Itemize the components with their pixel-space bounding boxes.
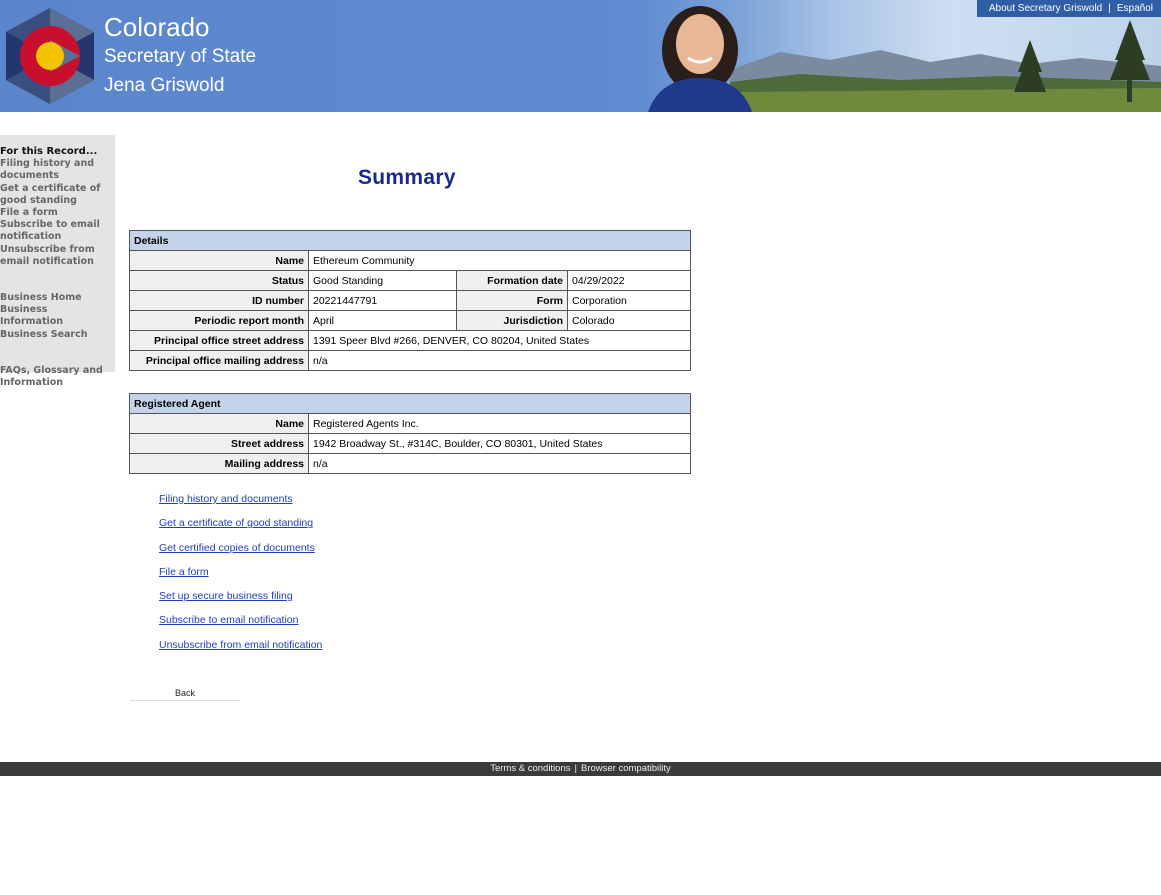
- sidebar-item-faqs[interactable]: FAQs, Glossary and Information: [0, 365, 112, 389]
- page-title: Summary: [358, 166, 456, 189]
- table-row: Street address 1942 Broadway St., #314C,…: [129, 433, 692, 454]
- browser-compatibility-link[interactable]: Browser compatibility: [581, 763, 671, 774]
- sidebar-item-business-search[interactable]: Business Search: [0, 329, 112, 341]
- back-button[interactable]: Back: [130, 686, 240, 701]
- mailing-address-value: n/a: [308, 350, 691, 371]
- agent-street-value: 1942 Broadway St., #314C, Boulder, CO 80…: [307, 433, 692, 454]
- brand-subtitle: Secretary of State: [104, 46, 257, 67]
- table-row: Name Ethereum Community: [129, 250, 691, 271]
- agent-name-label: Name: [129, 413, 309, 434]
- table-row: Mailing address n/a: [129, 453, 692, 474]
- agent-header-row: Registered Agent: [128, 393, 692, 414]
- brand-official: Jena Griswold: [104, 75, 225, 96]
- table-row: Name Registered Agents Inc.: [129, 413, 692, 434]
- sidebar-item-file-form[interactable]: File a form: [0, 207, 112, 219]
- colorado-logo-icon: [6, 8, 94, 104]
- formation-date-value: 04/29/2022: [567, 270, 691, 291]
- secure-filing-link[interactable]: Set up secure business filing: [159, 589, 322, 613]
- brand-block: Colorado Secretary of State Jena Griswol…: [104, 12, 256, 100]
- registered-agent-table: Registered Agent Name Registered Agents …: [128, 393, 692, 474]
- jurisdiction-value: Colorado: [567, 310, 691, 331]
- sidebar-item-subscribe[interactable]: Subscribe to email notification: [0, 219, 112, 243]
- periodic-report-value: April: [308, 310, 457, 331]
- subscribe-link[interactable]: Subscribe to email notification: [159, 613, 322, 637]
- table-row: Periodic report month April Jurisdiction…: [129, 310, 691, 331]
- agent-section-label: Registered Agent: [128, 393, 692, 414]
- details-table: Details Name Ethereum Community Status G…: [129, 230, 691, 371]
- record-actions-list: Filing history and documents Get a certi…: [159, 492, 322, 662]
- street-address-value: 1391 Speer Blvd #266, DENVER, CO 80204, …: [308, 330, 691, 351]
- sidebar: For this Record... Filing history and do…: [0, 146, 112, 389]
- details-section-label: Details: [129, 230, 691, 251]
- form-label: Form: [456, 290, 568, 311]
- status-value: Good Standing: [308, 270, 457, 291]
- periodic-report-label: Periodic report month: [129, 310, 309, 331]
- details-header-row: Details: [129, 230, 691, 251]
- entity-name-value: Ethereum Community: [308, 250, 691, 271]
- table-row: Status Good Standing Formation date 04/2…: [129, 270, 691, 291]
- sidebar-item-business-information[interactable]: Business Information: [0, 304, 112, 328]
- certificate-link[interactable]: Get a certificate of good standing: [159, 516, 322, 540]
- about-secretary-link[interactable]: About Secretary Griswold: [989, 3, 1102, 14]
- id-number-value: 20221447791: [308, 290, 457, 311]
- sidebar-item-business-home[interactable]: Business Home: [0, 292, 112, 304]
- file-form-link[interactable]: File a form: [159, 565, 322, 589]
- filing-history-link[interactable]: Filing history and documents: [159, 492, 322, 516]
- sidebar-item-certificate[interactable]: Get a certificate of good standing: [0, 183, 112, 207]
- terms-link[interactable]: Terms & conditions: [490, 763, 570, 774]
- formation-date-label: Formation date: [456, 270, 568, 291]
- table-row: Principal office street address 1391 Spe…: [129, 330, 691, 351]
- agent-mailing-label: Mailing address: [129, 453, 309, 474]
- name-label: Name: [129, 250, 309, 271]
- table-row: Principal office mailing address n/a: [129, 350, 691, 371]
- agent-street-label: Street address: [129, 433, 309, 454]
- espanol-link[interactable]: Español: [1117, 3, 1153, 14]
- status-label: Status: [129, 270, 309, 291]
- sidebar-item-unsubscribe[interactable]: Unsubscribe from email notification: [0, 244, 112, 268]
- top-link-separator: |: [1108, 3, 1111, 14]
- mailing-address-label: Principal office mailing address: [129, 350, 309, 371]
- certified-copies-link[interactable]: Get certified copies of documents: [159, 541, 322, 565]
- footer-bar: Terms & conditions | Browser compatibility: [0, 762, 1161, 776]
- agent-name-value: Registered Agents Inc.: [307, 413, 692, 434]
- id-number-label: ID number: [129, 290, 309, 311]
- form-value: Corporation: [567, 290, 691, 311]
- street-address-label: Principal office street address: [129, 330, 309, 351]
- footer-separator: |: [574, 763, 577, 774]
- site-header: Colorado Secretary of State Jena Griswol…: [0, 0, 1161, 112]
- unsubscribe-link[interactable]: Unsubscribe from email notification: [159, 638, 322, 662]
- agent-mailing-value: n/a: [307, 453, 692, 474]
- jurisdiction-label: Jurisdiction: [456, 310, 568, 331]
- brand-title: Colorado: [104, 12, 210, 42]
- top-links-bar: About Secretary Griswold | Español: [976, 0, 1161, 17]
- sidebar-item-filing-history[interactable]: Filing history and documents: [0, 158, 112, 182]
- table-row: ID number 20221447791 Form Corporation: [129, 290, 691, 311]
- sidebar-heading: For this Record...: [0, 146, 98, 157]
